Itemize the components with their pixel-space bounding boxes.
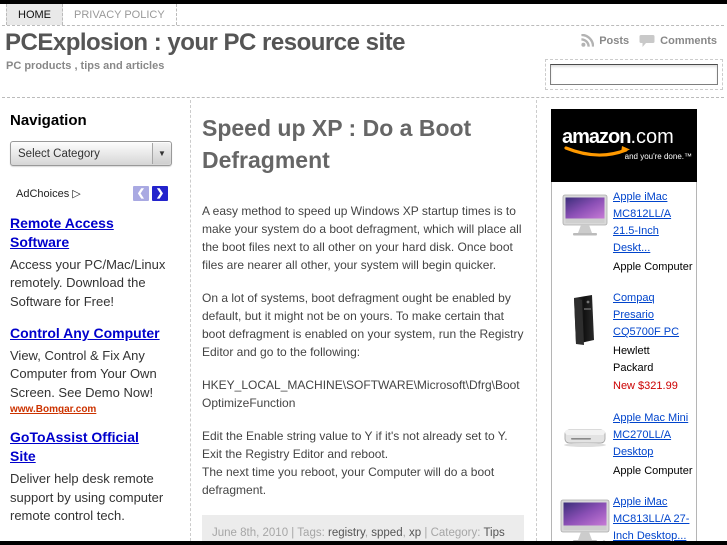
comments-feed-link[interactable]: Comments bbox=[639, 34, 717, 48]
product-title-link[interactable]: Apple iMac MC812LL/A 21.5-Inch Deskt... bbox=[613, 191, 671, 254]
ad-item: Remote Access Software Access your PC/Ma… bbox=[10, 214, 168, 311]
product-info: Apple Mac Mini MC270LL/A Desktop Apple C… bbox=[613, 410, 693, 480]
posts-label: Posts bbox=[599, 35, 630, 47]
product-image-macmini[interactable] bbox=[556, 410, 613, 480]
ad-next-button[interactable]: ❯ bbox=[152, 186, 168, 201]
product-info: Compaq Presario CQ5700F PC Hewlett Packa… bbox=[613, 290, 693, 395]
category-select-value: Select Category bbox=[18, 147, 100, 160]
product-price: New $321.99 bbox=[613, 380, 678, 393]
amazon-tagline: and you're done.™ bbox=[624, 152, 692, 161]
adchoices-row: AdChoices ▷ ❮ ❯ bbox=[10, 186, 168, 201]
product-maker: Apple Computer bbox=[613, 464, 693, 477]
product-maker: Apple Computer bbox=[613, 261, 693, 274]
category-label: Category: bbox=[430, 527, 481, 540]
right-sidebar: amazon.com and you're done.™ Apple iMac … bbox=[538, 100, 724, 541]
registry-path-text: HKEY_LOCAL_MACHINE\SOFTWARE\Microsoft\Df… bbox=[202, 378, 520, 411]
ad-unit: AdChoices ▷ ❮ ❯ Remote Access Software A… bbox=[10, 186, 168, 541]
post-date: June 8th, 2010 bbox=[212, 527, 289, 540]
ad-prev-button[interactable]: ❮ bbox=[133, 186, 149, 201]
instruction-line: Exit the Registry Editor and reboot. bbox=[202, 447, 389, 462]
meta-comma: , bbox=[364, 527, 369, 540]
category-select[interactable]: Select Category ▼ bbox=[10, 141, 172, 166]
search-box bbox=[545, 59, 723, 90]
top-border-bar bbox=[0, 0, 727, 4]
adchoices-link[interactable]: AdChoices ▷ bbox=[16, 187, 81, 201]
ad-body-text: Deliver help desk remote support by usin… bbox=[10, 471, 164, 524]
left-sidebar: Navigation Select Category ▼ AdChoices ▷… bbox=[2, 100, 191, 541]
product-image-tower[interactable] bbox=[556, 290, 613, 395]
feed-links: Posts Comments bbox=[570, 34, 717, 48]
product-image-imac[interactable] bbox=[556, 494, 613, 541]
amazon-widget: amazon.com and you're done.™ Apple iMac … bbox=[551, 109, 697, 541]
main-content: Speed up XP : Do a Boot Defragment A eas… bbox=[192, 100, 537, 541]
product-title-link[interactable]: Apple iMac MC813LL/A 27-Inch Desktop... bbox=[613, 496, 689, 541]
top-tab-bar: HOME PRIVACY POLICY bbox=[2, 4, 724, 26]
ad-title-link[interactable]: Remote Access Software bbox=[10, 214, 168, 252]
meta-separator: | bbox=[291, 527, 295, 540]
posts-feed-link[interactable]: Posts bbox=[580, 34, 629, 48]
tags-label: Tags: bbox=[297, 527, 325, 540]
ad-title-link[interactable]: Control Any Computer bbox=[10, 324, 168, 343]
adchoices-label: AdChoices bbox=[16, 187, 70, 200]
blog-post: Speed up XP : Do a Boot Defragment A eas… bbox=[202, 112, 524, 541]
meta-separator: | bbox=[424, 527, 428, 540]
post-paragraph: A easy method to speed up Windows XP sta… bbox=[202, 204, 522, 273]
meta-comma: , bbox=[402, 527, 406, 540]
tag-link[interactable]: xp bbox=[409, 527, 421, 539]
adchoices-icon: ▷ bbox=[72, 188, 81, 200]
amazon-product: Apple iMac MC812LL/A 21.5-Inch Deskt... … bbox=[552, 182, 696, 283]
ad-body-text: View, Control & Fix Any Computer from Yo… bbox=[10, 348, 157, 400]
navigation-heading: Navigation bbox=[10, 112, 87, 129]
tag-link[interactable]: spped bbox=[371, 527, 402, 539]
ad-title-link[interactable]: GoToAssist Official Site bbox=[10, 428, 168, 466]
amazon-widget-header: amazon.com and you're done.™ bbox=[551, 109, 697, 182]
site-title[interactable]: PCExplosion : your PC resource site bbox=[5, 29, 405, 57]
chevron-down-icon: ▼ bbox=[152, 143, 171, 164]
amazon-product-list: Apple iMac MC812LL/A 21.5-Inch Deskt... … bbox=[551, 182, 697, 541]
rss-icon bbox=[581, 34, 595, 47]
site-header: PCExplosion : your PC resource site PC p… bbox=[2, 26, 724, 98]
ad-pager: ❮ ❯ bbox=[130, 186, 168, 201]
ad-body-text: Access your PC/Mac/Linux remotely. Downl… bbox=[10, 256, 166, 309]
product-info: Apple iMac MC813LL/A 27-Inch Desktop... … bbox=[613, 494, 693, 541]
post-paragraph: Edit the Enable string value to Y if it'… bbox=[202, 427, 524, 499]
amazon-product: Compaq Presario CQ5700F PC Hewlett Packa… bbox=[552, 283, 696, 402]
post-meta-box: June 8th, 2010 | Tags: registry, spped, … bbox=[202, 515, 524, 541]
tab-privacy-policy[interactable]: PRIVACY POLICY bbox=[63, 4, 177, 25]
product-title-link[interactable]: Apple Mac Mini MC270LL/A Desktop bbox=[613, 412, 688, 458]
instruction-line: Edit the Enable string value to Y if it'… bbox=[202, 429, 508, 444]
instruction-line: The next time you reboot, your Computer … bbox=[202, 465, 495, 498]
ad-item: GoToAssist Official Site Deliver help de… bbox=[10, 428, 168, 525]
product-title-link[interactable]: Compaq Presario CQ5700F PC bbox=[613, 292, 679, 338]
bottom-border-bar bbox=[0, 541, 727, 545]
product-maker: Hewlett Packard bbox=[613, 345, 654, 375]
comment-bubble-icon bbox=[639, 35, 655, 47]
site-tagline: PC products , tips and articles bbox=[6, 60, 165, 72]
tag-link[interactable]: registry bbox=[328, 527, 365, 539]
post-paragraph: On a lot of systems, boot defragment oug… bbox=[202, 291, 524, 360]
ad-display-url[interactable]: www.Bomgar.com bbox=[10, 404, 168, 415]
post-title-link[interactable]: Speed up XP : Do a Boot Defragment bbox=[202, 112, 524, 176]
product-image-imac[interactable] bbox=[556, 189, 613, 276]
amazon-product: Apple Mac Mini MC270LL/A Desktop Apple C… bbox=[552, 403, 696, 487]
comments-label: Comments bbox=[660, 35, 717, 47]
search-input[interactable] bbox=[550, 64, 718, 85]
product-info: Apple iMac MC812LL/A 21.5-Inch Deskt... … bbox=[613, 189, 693, 276]
tab-home[interactable]: HOME bbox=[6, 4, 63, 25]
ad-item: Control Any Computer View, Control & Fix… bbox=[10, 324, 168, 415]
amazon-product: Apple iMac MC813LL/A 27-Inch Desktop... … bbox=[552, 487, 696, 541]
